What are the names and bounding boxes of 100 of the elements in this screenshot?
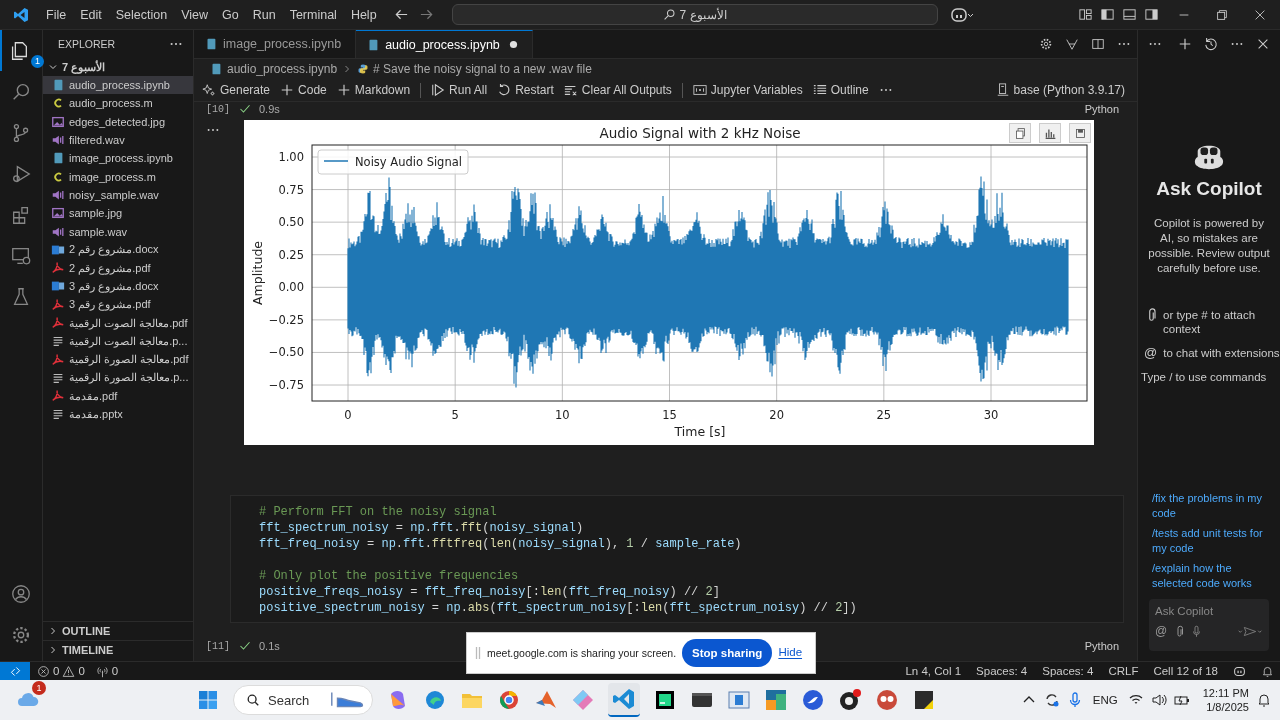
menu-item[interactable]: Selection	[108, 7, 175, 22]
execution-count: [10]	[206, 103, 231, 115]
tick-label: 1.00	[278, 150, 304, 164]
status-item[interactable]: CRLF	[1108, 665, 1139, 677]
menu-item[interactable]: Edit	[73, 7, 109, 22]
at-sign-symbol: @	[1144, 346, 1158, 360]
workspace-name: الأسبوع 7	[679, 7, 727, 22]
toolbar-button[interactable]: Clear All Outputs	[563, 83, 672, 97]
tick-label: −0.25	[268, 312, 304, 327]
code-line: # Only plot the positive frequencies	[259, 568, 520, 584]
explorer-entry[interactable]: audio_process.m	[43, 94, 193, 113]
y-axis-label: Amplitude	[250, 240, 265, 306]
kernel-picker[interactable]: base (Python 3.9.17)	[995, 83, 1125, 97]
execution-time: 0.9s	[259, 103, 280, 115]
tick-label: 0.50	[278, 215, 304, 230]
legend-label: Noisy Audio Signal	[355, 155, 462, 169]
status-item[interactable]: Ln 4, Col 1	[905, 665, 962, 677]
explorer-entry[interactable]: معالجة الصورة الرقمية.pdf	[43, 350, 193, 369]
tick-label: −0.75	[268, 378, 304, 392]
cell-language[interactable]: Python	[1084, 103, 1119, 115]
explorer-entry[interactable]: audio_process.ipynb	[43, 76, 193, 95]
section-header[interactable]: TIMELINE	[43, 640, 193, 659]
menu-item[interactable]: File	[39, 7, 74, 22]
status-item[interactable]: Cell 12 of 18	[1153, 665, 1218, 677]
code-line: positive_freqs_noisy = fft_freq_noisy[:len(fft_freq_noisy) // 2]	[259, 584, 721, 600]
toolbar-button[interactable]: Generate	[202, 83, 271, 97]
explorer-entry[interactable]: noisy_sample.wav	[43, 185, 193, 205]
tick-label: 10	[555, 408, 570, 422]
explorer-entry[interactable]: مشروع رقم 2.pdf	[43, 258, 193, 278]
toolbar-button[interactable]: Markdown	[336, 83, 411, 97]
hint-text: to chat with extensions	[1163, 346, 1280, 360]
chart-title: Audio Signal with 2 kHz Noise	[599, 125, 801, 141]
chat-input[interactable]: Ask Copilot @	[1149, 599, 1269, 651]
menu-item[interactable]: Help	[343, 7, 384, 22]
x-axis-label: Time [s]	[674, 424, 726, 439]
explorer-entry[interactable]: مشروع رقم 3.docx	[43, 277, 193, 296]
suggestion-link[interactable]: /explain how the selected code works	[1138, 561, 1280, 591]
tick-label: −0.50	[268, 345, 304, 360]
explorer-entry[interactable]: مشروع رقم 2.docx	[43, 240, 193, 259]
sharing-message: meet.google.com is sharing your screen.	[487, 647, 677, 659]
taskbar-search[interactable]: Search	[233, 685, 373, 715]
copilot-description: Copilot is powered by AI, so mistakes are possible. Review output carefully before use.	[1147, 216, 1271, 276]
hide-link[interactable]: Hide	[778, 646, 803, 660]
notification-badge: 1	[31, 55, 44, 68]
sidebar-title: EXPLORER	[58, 38, 116, 50]
toolbar-button[interactable]: Restart	[497, 83, 554, 97]
explorer-entry[interactable]: مقدمة.pptx	[43, 405, 193, 424]
explorer-entry[interactable]: معالجة الصوت الرقمية.p...	[43, 332, 193, 351]
ports-count[interactable]: 0	[111, 665, 119, 677]
tick-label: 15	[662, 408, 677, 422]
suggestion-link[interactable]: /fix the problems in my code	[1138, 491, 1280, 521]
code-line: fft_spectrum_noisy = np.fft.fft(noisy_signal)	[259, 520, 585, 536]
explorer-entry[interactable]: sample.jpg	[43, 204, 193, 223]
mention-button[interactable]: @	[1155, 624, 1168, 638]
stop-sharing-button[interactable]: Stop sharing	[682, 639, 773, 667]
toolbar-button[interactable]: Outline	[812, 83, 869, 97]
tick-label: 0.25	[278, 247, 304, 262]
breadcrumb-item[interactable]: # Save the noisy signal to a new .wav file	[373, 62, 592, 76]
cell-language[interactable]: Python	[1084, 640, 1119, 652]
toolbar-button[interactable]: Run All	[431, 83, 488, 97]
warning-count[interactable]: 0	[78, 665, 85, 677]
clock-date[interactable]: 1/8/2025	[1206, 700, 1249, 714]
tick-label: 30	[983, 408, 999, 422]
explorer-entry[interactable]: معالجة الصوت الرقمية.pdf	[43, 313, 193, 333]
input-language[interactable]: ENG	[1092, 694, 1118, 706]
explorer-entry[interactable]: image_process.m	[43, 167, 193, 186]
explorer-entry[interactable]: معالجة الصورة الرقمية.p...	[43, 368, 193, 388]
toolbar-button[interactable]: Code	[280, 83, 327, 97]
explorer-entry[interactable]: image_process.ipynb	[43, 149, 193, 168]
menu-item[interactable]: Go	[215, 7, 246, 22]
explorer-entry[interactable]: sample.wav	[43, 222, 193, 241]
tick-label: 20	[769, 408, 784, 422]
suggestion-link[interactable]: /tests add unit tests for my code	[1138, 526, 1280, 556]
status-item[interactable]: Spaces: 4	[1042, 665, 1094, 677]
explorer-entry[interactable]: filtered.wav	[43, 130, 193, 150]
execution-count: [11]	[206, 640, 231, 652]
clock-time[interactable]: 12:11 PM	[1202, 686, 1249, 700]
code-line: fft_freq_noisy = np.fft.fftfreq(len(noisy_signal), 1 / sample_rate)	[259, 536, 743, 552]
editor-tab[interactable]: audio_process.ipynb	[356, 30, 533, 58]
code-line: positive_spectrum_noisy = np.abs(fft_spectrum_noisy[:len(fft_spectrum_noisy) // 2])	[259, 600, 858, 616]
menu-item[interactable]: View	[174, 7, 215, 22]
section-header[interactable]: OUTLINE	[43, 621, 193, 640]
status-item[interactable]: Spaces: 4	[976, 665, 1028, 677]
notification-badge: 1	[32, 681, 46, 695]
folder-row[interactable]: الأسبوع 7	[43, 58, 193, 76]
explorer-entry[interactable]: مقدمة.pdf	[43, 387, 193, 406]
copilot-title: Ask Copilot	[1156, 178, 1262, 200]
command-center-search[interactable]: الأسبوع 7	[451, 4, 938, 25]
tick-label: 25	[876, 408, 892, 422]
menu-item[interactable]: Run	[245, 7, 283, 22]
breadcrumb-item[interactable]: audio_process.ipynb	[227, 62, 338, 76]
explorer-entry[interactable]: مشروع رقم 3.pdf	[43, 295, 193, 314]
tick-label: 5	[451, 408, 459, 422]
tick-label: 0	[344, 408, 352, 422]
explorer-entry[interactable]: edges_detected.jpg	[43, 112, 193, 131]
hint-text: Type / to use commands	[1141, 370, 1267, 384]
menu-item[interactable]: Terminal	[282, 7, 344, 22]
hint-text: or type # to attach context	[1163, 308, 1257, 336]
toolbar-button[interactable]: Jupyter Variables	[692, 83, 803, 97]
error-count[interactable]: 0	[53, 665, 60, 677]
